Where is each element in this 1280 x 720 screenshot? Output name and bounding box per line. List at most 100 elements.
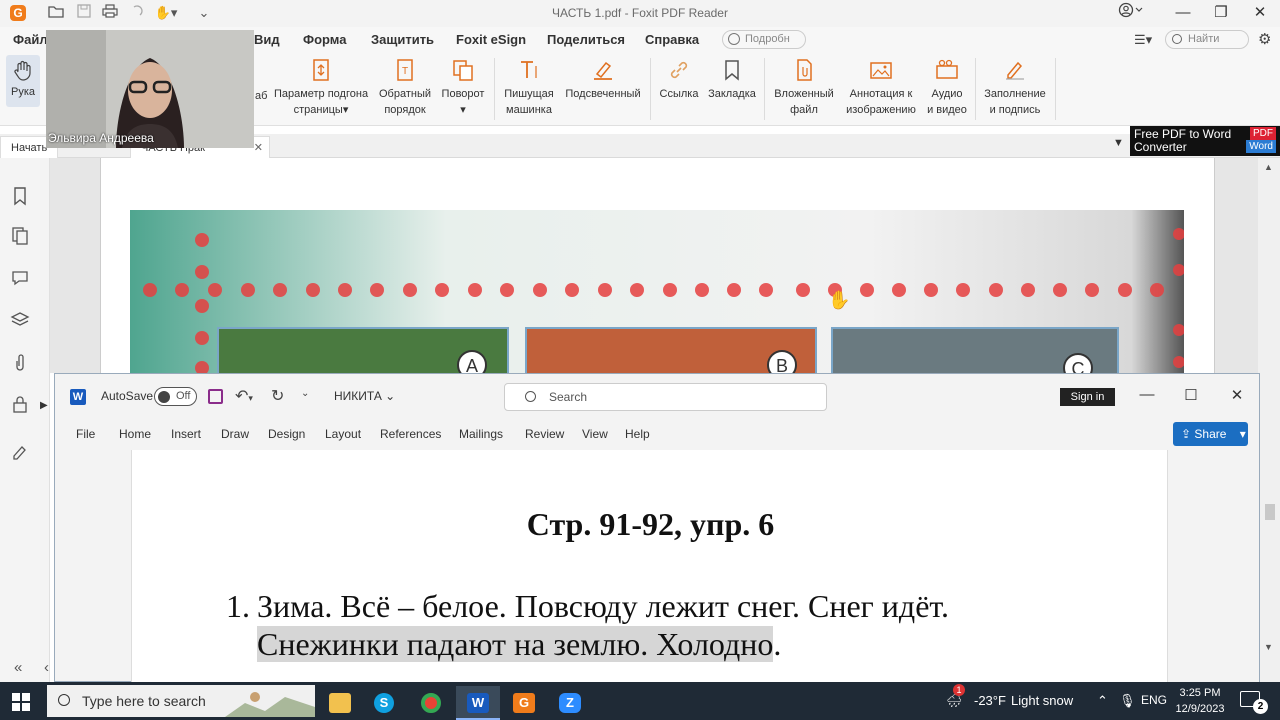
collapse-pane-icon[interactable]: « — [14, 659, 22, 676]
audio-video-icon — [936, 59, 958, 79]
ribbon-partial-label: аб — [255, 90, 268, 102]
word-window: W AutoSave Off ↶▾ ↻ ⌄ НИКИТА ⌄ Search Si… — [54, 373, 1260, 683]
minimize-icon[interactable]: — — [1135, 386, 1159, 403]
rotate-button[interactable]: Поворот ▾ — [438, 56, 488, 118]
foxit-scrollbar[interactable]: ▲ ▼ — [1258, 158, 1280, 682]
close-icon[interactable]: ✕ — [1225, 386, 1249, 404]
tab-review[interactable]: Review — [525, 427, 564, 441]
scroll-thumb[interactable] — [1265, 504, 1275, 520]
comments-panel-icon[interactable] — [10, 268, 30, 288]
search-icon — [525, 391, 536, 402]
menu-foxit-esign[interactable]: Foxit eSign — [456, 32, 526, 47]
tab-layout[interactable]: Layout — [325, 427, 361, 441]
menu-protect[interactable]: Защитить — [371, 32, 434, 47]
image-annotation-button[interactable]: Аннотация к изображению — [842, 56, 920, 118]
fit-page-button[interactable]: Параметр подгона страницы▾ — [272, 56, 370, 118]
menu-form[interactable]: Форма — [303, 32, 346, 47]
svg-text:T: T — [402, 66, 408, 77]
tab-design[interactable]: Design — [268, 427, 305, 441]
customize-qat-icon[interactable]: ⌄ — [301, 388, 309, 399]
close-icon[interactable]: ✕ — [1245, 2, 1275, 24]
find-placeholder: Найти — [1188, 33, 1220, 45]
menu-file[interactable]: Файл — [13, 32, 48, 47]
bookmark-panel-icon[interactable] — [10, 186, 30, 206]
picture-label-b: B — [776, 356, 788, 373]
redo-icon[interactable]: ↻ — [271, 386, 284, 406]
hand-tool-button[interactable]: Рука — [6, 55, 40, 107]
undo-icon[interactable]: ↶▾ — [235, 386, 253, 406]
tab-draw[interactable]: Draw — [221, 427, 249, 441]
fit-page-icon — [313, 59, 329, 81]
layers-panel-icon[interactable] — [10, 310, 30, 330]
bookmark-icon — [725, 60, 739, 81]
document-name[interactable]: НИКИТА ⌄ — [334, 389, 395, 403]
audio-video-button[interactable]: Аудио и видео — [925, 56, 969, 118]
tell-me-field[interactable]: Подробн — [722, 30, 806, 49]
hand-tool-label: Рука — [10, 86, 35, 98]
reverse-order-button[interactable]: T Обратный порядок — [376, 56, 434, 118]
list-number: 1. — [226, 588, 250, 624]
share-dropdown-icon[interactable]: ▾ — [1240, 427, 1246, 441]
expand-pane-icon[interactable]: ▶ — [40, 400, 48, 411]
minimize-icon[interactable]: — — [1168, 2, 1198, 24]
fill-sign-button[interactable]: Заполнение и подпись — [981, 56, 1049, 118]
list-view-icon[interactable]: ☰▾ — [1134, 32, 1152, 48]
bookmark-button[interactable]: Закладка — [706, 56, 758, 102]
menu-view[interactable]: Вид — [254, 32, 280, 47]
selected-text[interactable]: Снежинки падают на землю. Холодно — [257, 626, 774, 662]
system-clock[interactable]: 3:25 PM 12/9/2023 — [1170, 685, 1230, 717]
weather-temperature[interactable]: -23°F — [974, 693, 1006, 708]
menu-share[interactable]: Поделиться — [547, 32, 625, 47]
word-document-page[interactable]: Стр. 91-92, упр. 6 1. Зима. Всё – белое.… — [131, 450, 1168, 683]
close-tab-icon[interactable]: ✕ — [254, 137, 263, 159]
notification-center-icon[interactable]: 2 — [1240, 691, 1268, 714]
tab-insert[interactable]: Insert — [171, 427, 201, 441]
share-button[interactable]: ⇪ Share ▾ — [1173, 422, 1248, 446]
picture-label-a: A — [466, 356, 478, 373]
lightbulb-icon — [728, 33, 740, 45]
search-highlight-illustration — [225, 692, 315, 717]
security-lock-icon[interactable] — [10, 394, 30, 414]
tab-mailings[interactable]: Mailings — [459, 427, 503, 441]
save-icon[interactable] — [208, 389, 223, 404]
signature-panel-icon[interactable] — [10, 440, 30, 460]
previous-page-icon[interactable]: ‹ — [44, 659, 49, 676]
input-language[interactable]: ENG — [1141, 693, 1167, 707]
foxit-app-icon[interactable]: G — [502, 686, 546, 720]
tab-home[interactable]: Home — [119, 427, 151, 441]
pages-panel-icon[interactable] — [10, 226, 30, 246]
ad-banner[interactable]: Free PDF to Word Converter PDF Word — [1130, 126, 1280, 156]
weather-description[interactable]: Light snow — [1011, 693, 1073, 708]
link-button[interactable]: Ссылка — [657, 56, 701, 102]
typewriter-button[interactable]: Пишущая машинка — [500, 56, 558, 118]
microphone-icon[interactable]: 🎙 — [1119, 693, 1136, 709]
settings-gear-icon[interactable]: ⚙ — [1258, 30, 1271, 48]
tab-references[interactable]: References — [380, 427, 441, 441]
share-icon: ⇪ — [1181, 427, 1192, 441]
word-app-icon[interactable]: W — [456, 686, 500, 720]
autosave-toggle[interactable]: Off — [154, 387, 197, 406]
word-search-field[interactable]: Search — [504, 383, 827, 411]
zoom-app-icon[interactable]: Z — [548, 686, 592, 720]
tray-chevron-icon[interactable]: ⌃ — [1097, 693, 1108, 709]
menu-help[interactable]: Справка — [645, 32, 699, 47]
chrome-app-icon[interactable] — [410, 686, 454, 720]
tab-help[interactable]: Help — [625, 427, 650, 441]
tab-file[interactable]: File — [76, 427, 95, 441]
maximize-icon[interactable]: ☐ — [1179, 386, 1203, 404]
window-title: ЧАСТЬ 1.pdf - Foxit PDF Reader — [552, 6, 728, 20]
windows-start-icon[interactable] — [12, 693, 30, 711]
tabs-dropdown-icon[interactable]: ▼ — [1113, 137, 1124, 149]
taskbar-search-field[interactable]: Type here to search — [47, 685, 315, 717]
sign-in-button[interactable]: Sign in — [1060, 388, 1115, 406]
attachments-panel-icon[interactable] — [10, 352, 30, 372]
account-icon[interactable] — [1113, 2, 1149, 24]
skype-app-icon[interactable]: S — [363, 686, 407, 720]
word-ribbon-tabs: File Home Insert Draw Design Layout Refe… — [55, 418, 1259, 450]
find-field[interactable]: Найти — [1165, 30, 1249, 49]
highlight-button[interactable]: Подсвеченный — [563, 56, 643, 102]
restore-icon[interactable]: ❐ — [1206, 2, 1236, 24]
attached-file-button[interactable]: Вложенный файл — [771, 56, 837, 118]
tab-view[interactable]: View — [582, 427, 608, 441]
file-explorer-app-icon[interactable] — [318, 686, 362, 720]
